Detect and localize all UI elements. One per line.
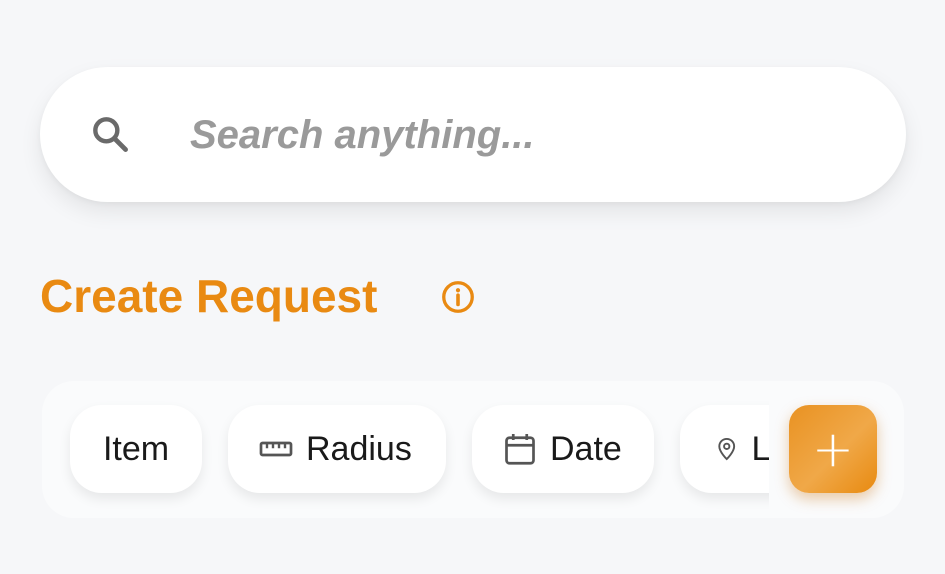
search-icon [93, 117, 128, 152]
location-pin-icon [718, 437, 736, 461]
plus-icon: + [812, 420, 854, 478]
chip-label: Date [550, 429, 622, 468]
filter-chip-radius[interactable]: Radius [228, 405, 446, 493]
chip-label: Radius [306, 429, 412, 468]
filter-chip-location[interactable]: Location [680, 405, 769, 493]
filter-chip-date[interactable]: Date [472, 405, 654, 493]
ruler-icon [259, 441, 293, 457]
info-icon[interactable] [440, 279, 476, 315]
filter-chip-list: Item Radius Date Location [42, 381, 769, 518]
add-button[interactable]: + [789, 405, 877, 493]
page-title: Create Request [40, 270, 378, 322]
search-input[interactable] [190, 108, 850, 162]
calendar-icon [505, 434, 535, 465]
chip-label: Item [102, 429, 170, 468]
filter-chip-item[interactable]: Item [70, 405, 202, 493]
chip-label: Location [751, 429, 769, 468]
